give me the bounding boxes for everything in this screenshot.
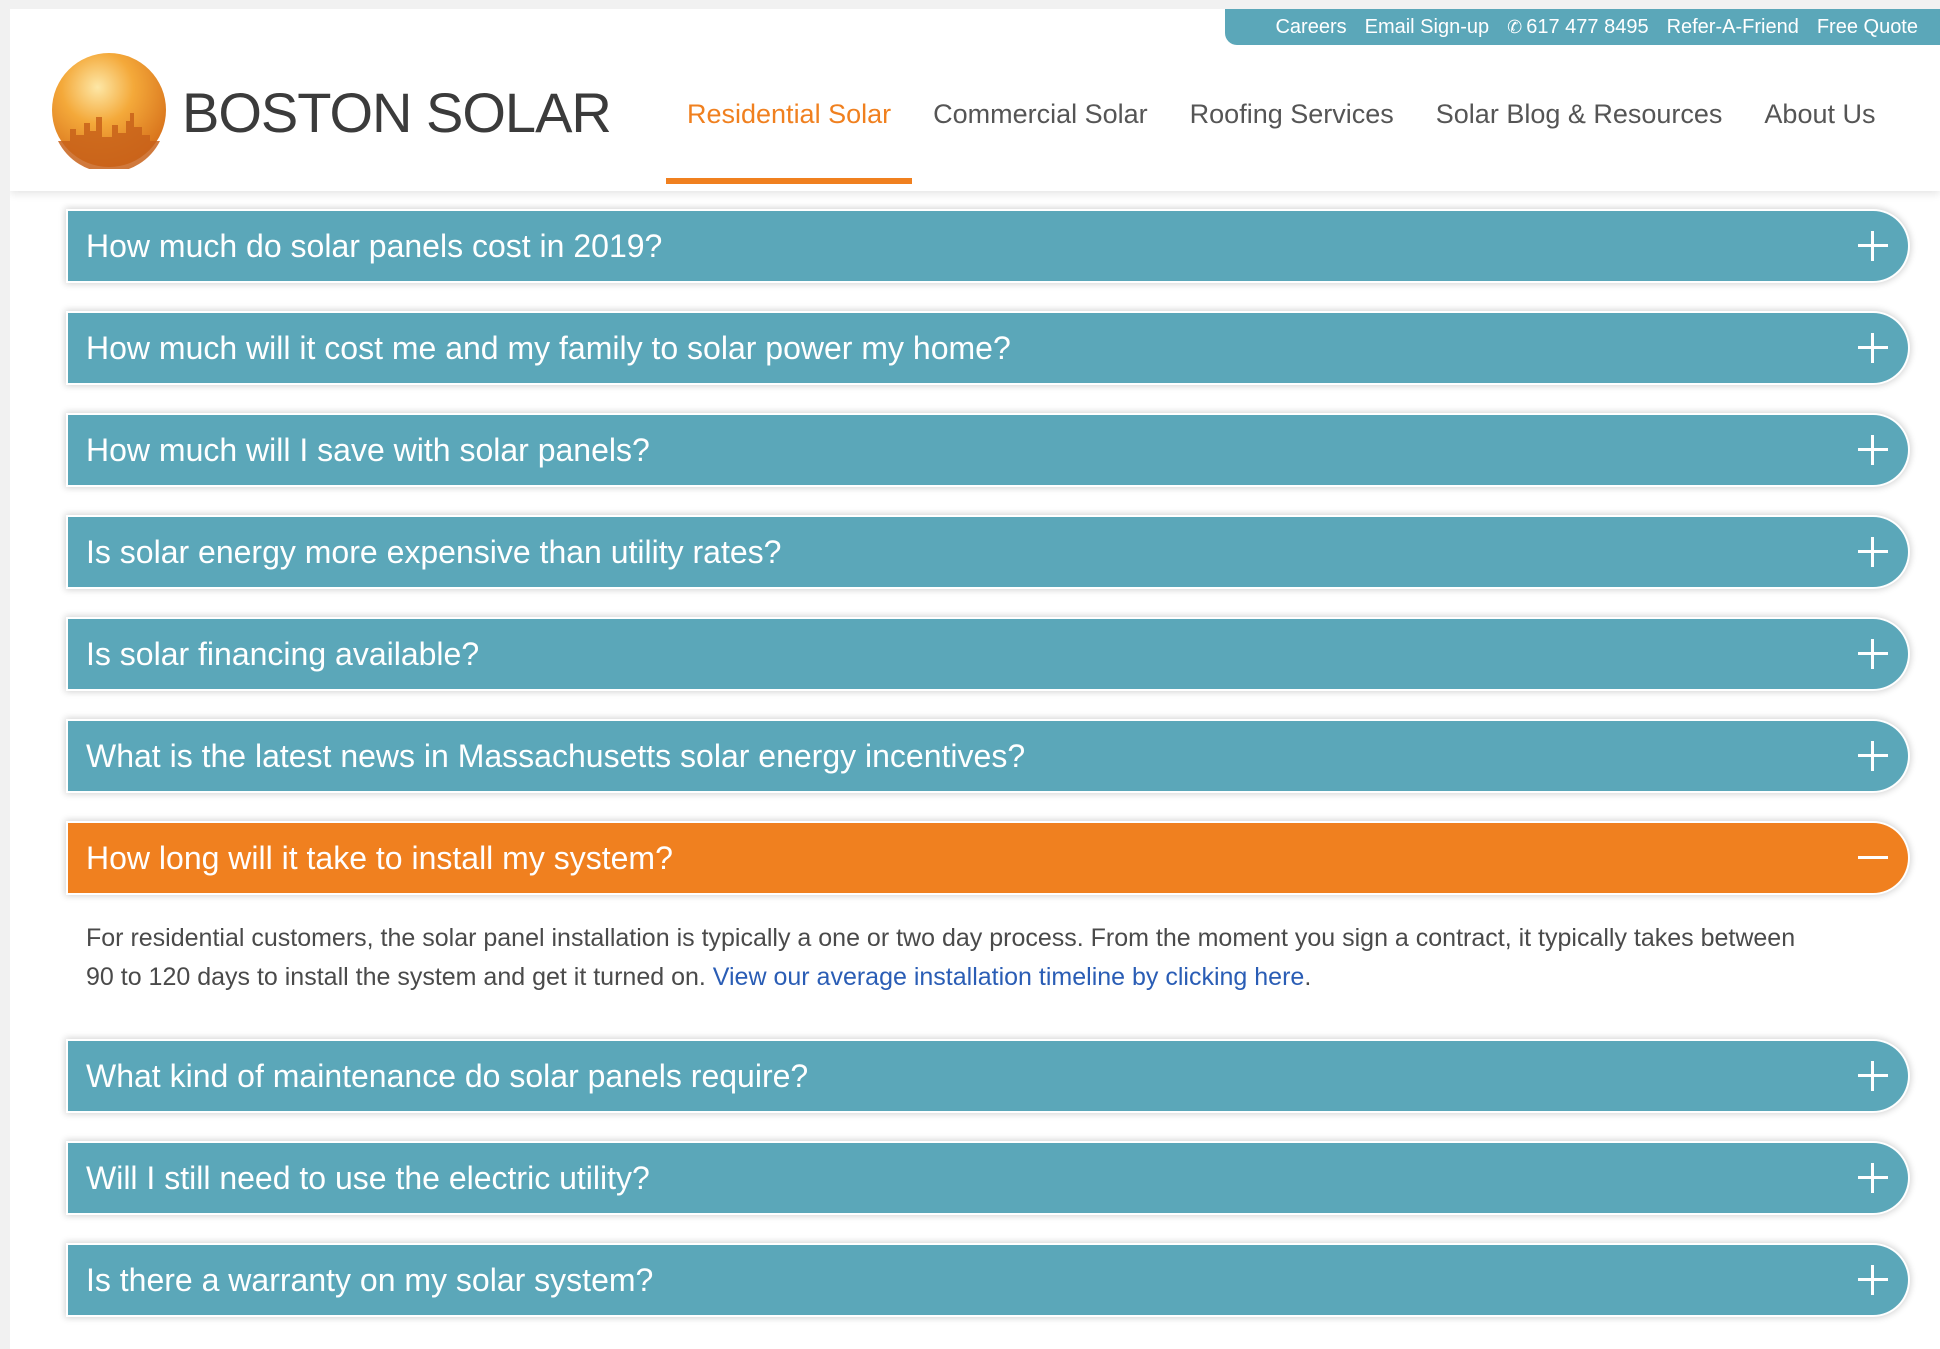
faq-question: How much do solar panels cost in 2019?	[86, 227, 663, 264]
nav-roofing-services[interactable]: Roofing Services	[1169, 81, 1415, 178]
plus-icon	[1858, 1163, 1888, 1193]
faq-question: Is there a warranty on my solar system?	[86, 1261, 654, 1298]
minus-icon	[1858, 843, 1888, 873]
faq-item-expanded: How long will it take to install my syst…	[68, 823, 1908, 1041]
logo-wordmark: BOSTON SOLAR	[182, 80, 612, 144]
faq-question-bar[interactable]: How much do solar panels cost in 2019?	[68, 211, 1908, 281]
plus-icon	[1858, 1061, 1888, 1091]
faq-question-bar[interactable]: Is solar financing available?	[68, 619, 1908, 689]
faq-answer-end: .	[1304, 963, 1312, 991]
faq-question: Will I still need to use the electric ut…	[86, 1159, 650, 1196]
logo[interactable]: BOSTON SOLAR	[50, 51, 612, 169]
faq-question-bar[interactable]: How long will it take to install my syst…	[68, 823, 1908, 893]
phone-link[interactable]: ✆ 617 477 8495	[1507, 16, 1648, 39]
faq-item: How much will it cost me and my family t…	[68, 313, 1908, 383]
phone-number: 617 477 8495	[1526, 15, 1649, 38]
faq-answer: For residential customers, the solar pan…	[68, 893, 1908, 1041]
nav-solar-blog-resources[interactable]: Solar Blog & Resources	[1415, 81, 1744, 178]
faq-item: Will I still need to use the electric ut…	[68, 1143, 1908, 1213]
faq-question: Is solar energy more expensive than util…	[86, 533, 782, 570]
main-nav: Residential Solar Commercial Solar Roofi…	[666, 81, 1896, 184]
faq-item: What is the latest news in Massachusetts…	[68, 721, 1908, 791]
phone-icon: ✆	[1507, 16, 1523, 37]
logo-sun-icon	[52, 53, 166, 169]
careers-link[interactable]: Careers	[1275, 16, 1346, 39]
faq-question: What is the latest news in Massachusetts…	[86, 737, 1026, 774]
plus-icon	[1858, 741, 1888, 771]
installation-timeline-link[interactable]: View our average installation timeline b…	[713, 963, 1305, 991]
page: Careers Email Sign-up ✆ 617 477 8495 Refe…	[10, 9, 1940, 1349]
faq-item: What kind of maintenance do solar panels…	[68, 1041, 1908, 1111]
faq-question: How much will it cost me and my family t…	[86, 329, 1011, 366]
faq-question-bar[interactable]: Is solar energy more expensive than util…	[68, 517, 1908, 587]
faq-question: How long will it take to install my syst…	[86, 839, 673, 876]
faq-question-bar[interactable]: How much will it cost me and my family t…	[68, 313, 1908, 383]
faq-question-bar[interactable]: Is there a warranty on my solar system?	[68, 1245, 1908, 1315]
faq-question: Is solar financing available?	[86, 635, 480, 672]
faq-item: Is there a warranty on my solar system?	[68, 1245, 1908, 1315]
faq-accordion: How much do solar panels cost in 2019? H…	[68, 211, 1908, 1347]
nav-about-us[interactable]: About Us	[1743, 81, 1896, 178]
plus-icon	[1858, 231, 1888, 261]
nav-commercial-solar[interactable]: Commercial Solar	[912, 81, 1169, 178]
free-quote-link[interactable]: Free Quote	[1817, 16, 1918, 39]
faq-question-bar[interactable]: Will I still need to use the electric ut…	[68, 1143, 1908, 1213]
plus-icon	[1858, 435, 1888, 465]
plus-icon	[1858, 1265, 1888, 1295]
utility-bar: Careers Email Sign-up ✆ 617 477 8495 Refe…	[1225, 9, 1940, 45]
faq-item: Is solar financing available?	[68, 619, 1908, 689]
faq-item: How much will I save with solar panels?	[68, 415, 1908, 485]
plus-icon	[1858, 639, 1888, 669]
plus-icon	[1858, 333, 1888, 363]
email-signup-link[interactable]: Email Sign-up	[1365, 16, 1490, 39]
faq-question-bar[interactable]: What kind of maintenance do solar panels…	[68, 1041, 1908, 1111]
nav-residential-solar[interactable]: Residential Solar	[666, 81, 913, 184]
refer-a-friend-link[interactable]: Refer-A-Friend	[1667, 16, 1799, 39]
faq-question-bar[interactable]: How much will I save with solar panels?	[68, 415, 1908, 485]
faq-item: How much do solar panels cost in 2019?	[68, 211, 1908, 281]
faq-item: Is solar energy more expensive than util…	[68, 517, 1908, 587]
faq-question: How much will I save with solar panels?	[86, 431, 650, 468]
faq-question: What kind of maintenance do solar panels…	[86, 1057, 809, 1094]
plus-icon	[1858, 537, 1888, 567]
faq-question-bar[interactable]: What is the latest news in Massachusetts…	[68, 721, 1908, 791]
site-header: Careers Email Sign-up ✆ 617 477 8495 Refe…	[10, 9, 1940, 191]
